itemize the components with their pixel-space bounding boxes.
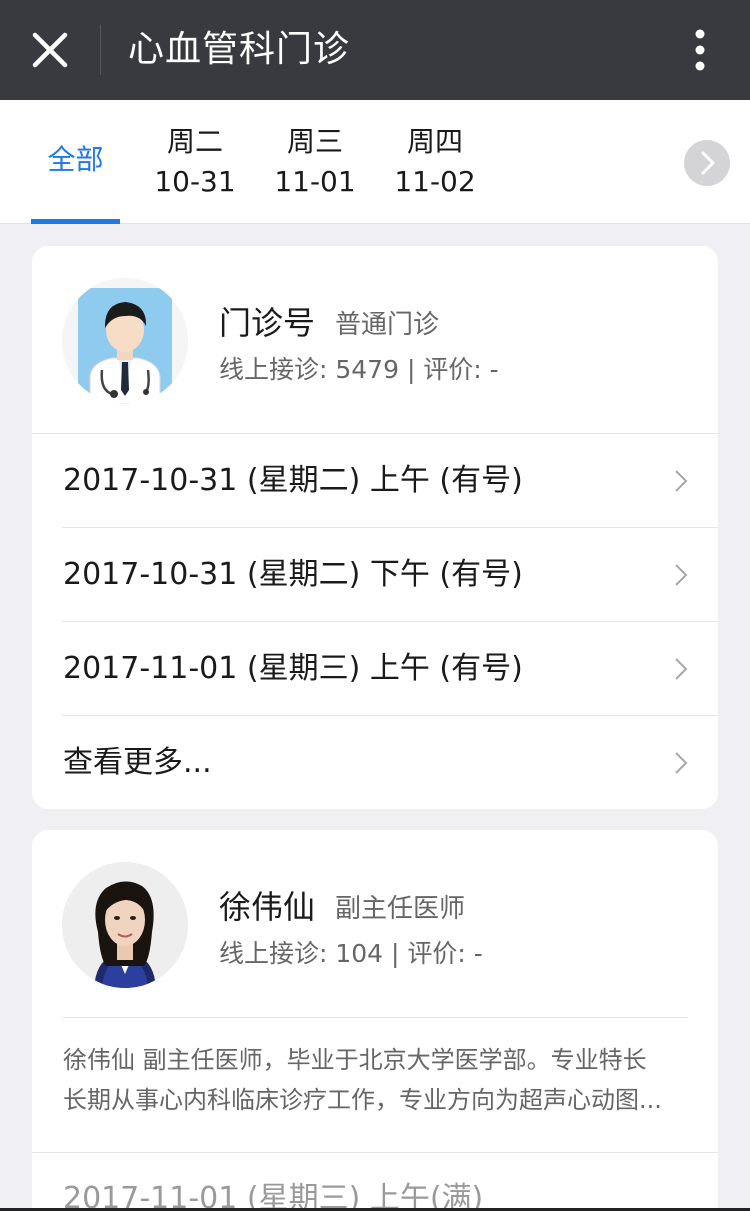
tab-date: 11-02 [394, 165, 476, 198]
title-divider [100, 25, 101, 75]
tab-day-1[interactable]: 周二 10-31 [140, 100, 250, 224]
more-vertical-icon[interactable] [680, 28, 720, 72]
slot-text: 2017-10-31 (星期二) 上午 (有号) [63, 463, 523, 498]
doctor-name: 徐伟仙 [219, 888, 316, 926]
tab-day-3[interactable]: 周四 11-02 [380, 100, 490, 224]
slot-row[interactable]: 2017-11-01 (星期三) 上午(满) [32, 1152, 718, 1211]
tab-day-2[interactable]: 周三 11-01 [260, 100, 370, 224]
view-more-row[interactable]: 查看更多... [32, 716, 718, 809]
page-title: 心血管科门诊 [128, 29, 351, 70]
tab-all[interactable]: 全部 [31, 100, 120, 224]
doctor-title: 副主任医师 [335, 894, 466, 924]
tab-weekday: 周四 [406, 125, 463, 158]
doctor-title: 普通门诊 [335, 310, 440, 340]
tab-date: 11-01 [274, 165, 356, 198]
date-tabs: 全部 周二 10-31 周三 11-01 周四 11-02 [0, 100, 750, 224]
title-bar: 心血管科门诊 [0, 0, 750, 100]
doctor-card: 徐伟仙 副主任医师 线上接诊: 104 | 评价: - 徐伟仙 副主任医师，毕业… [32, 830, 718, 1211]
doctor-name: 门诊号 [219, 304, 316, 342]
divider [62, 1017, 688, 1018]
tab-all-label: 全部 [47, 143, 104, 176]
chevron-right-icon [675, 658, 688, 680]
tab-weekday: 周三 [286, 125, 343, 158]
doctor-bio: 徐伟仙 副主任医师，毕业于北京大学医学部。专业特长 长期从事心内科临床诊疗工作，… [63, 1040, 688, 1120]
chevron-right-icon [675, 470, 688, 492]
doctor-avatar[interactable] [62, 278, 188, 404]
close-icon[interactable] [20, 20, 80, 80]
doctor-card: 门诊号 普通门诊 线上接诊: 5479 | 评价: - 2017-10-31 (… [32, 246, 718, 809]
doctor-stats: 线上接诊: 5479 | 评价: - [219, 355, 499, 384]
slot-row[interactable]: 2017-11-01 (星期三) 上午 (有号) [32, 622, 718, 716]
slot-row[interactable]: 2017-10-31 (星期二) 下午 (有号) [32, 528, 718, 622]
tab-date: 10-31 [154, 165, 236, 198]
bio-line: 长期从事心内科临床诊疗工作，专业方向为超声心动图... [63, 1086, 662, 1114]
tab-active-indicator [31, 219, 120, 224]
slot-text: 2017-11-01 (星期三) 上午(满) [63, 1181, 484, 1211]
chevron-right-icon [675, 752, 688, 774]
slot-text: 2017-11-01 (星期三) 上午 (有号) [63, 651, 523, 686]
tabs-next-button[interactable] [684, 140, 730, 186]
slot-row[interactable]: 2017-10-31 (星期二) 上午 (有号) [32, 434, 718, 528]
tab-weekday: 周二 [166, 125, 223, 158]
view-more-link: 查看更多... [63, 745, 212, 780]
chevron-right-icon [675, 564, 688, 586]
slot-text: 2017-10-31 (星期二) 下午 (有号) [63, 557, 523, 592]
doctor-stats: 线上接诊: 104 | 评价: - [219, 939, 483, 968]
doctor-avatar[interactable] [62, 862, 188, 988]
bio-line: 徐伟仙 副主任医师，毕业于北京大学医学部。专业特长 [63, 1046, 647, 1074]
chevron-right-icon [701, 151, 715, 175]
